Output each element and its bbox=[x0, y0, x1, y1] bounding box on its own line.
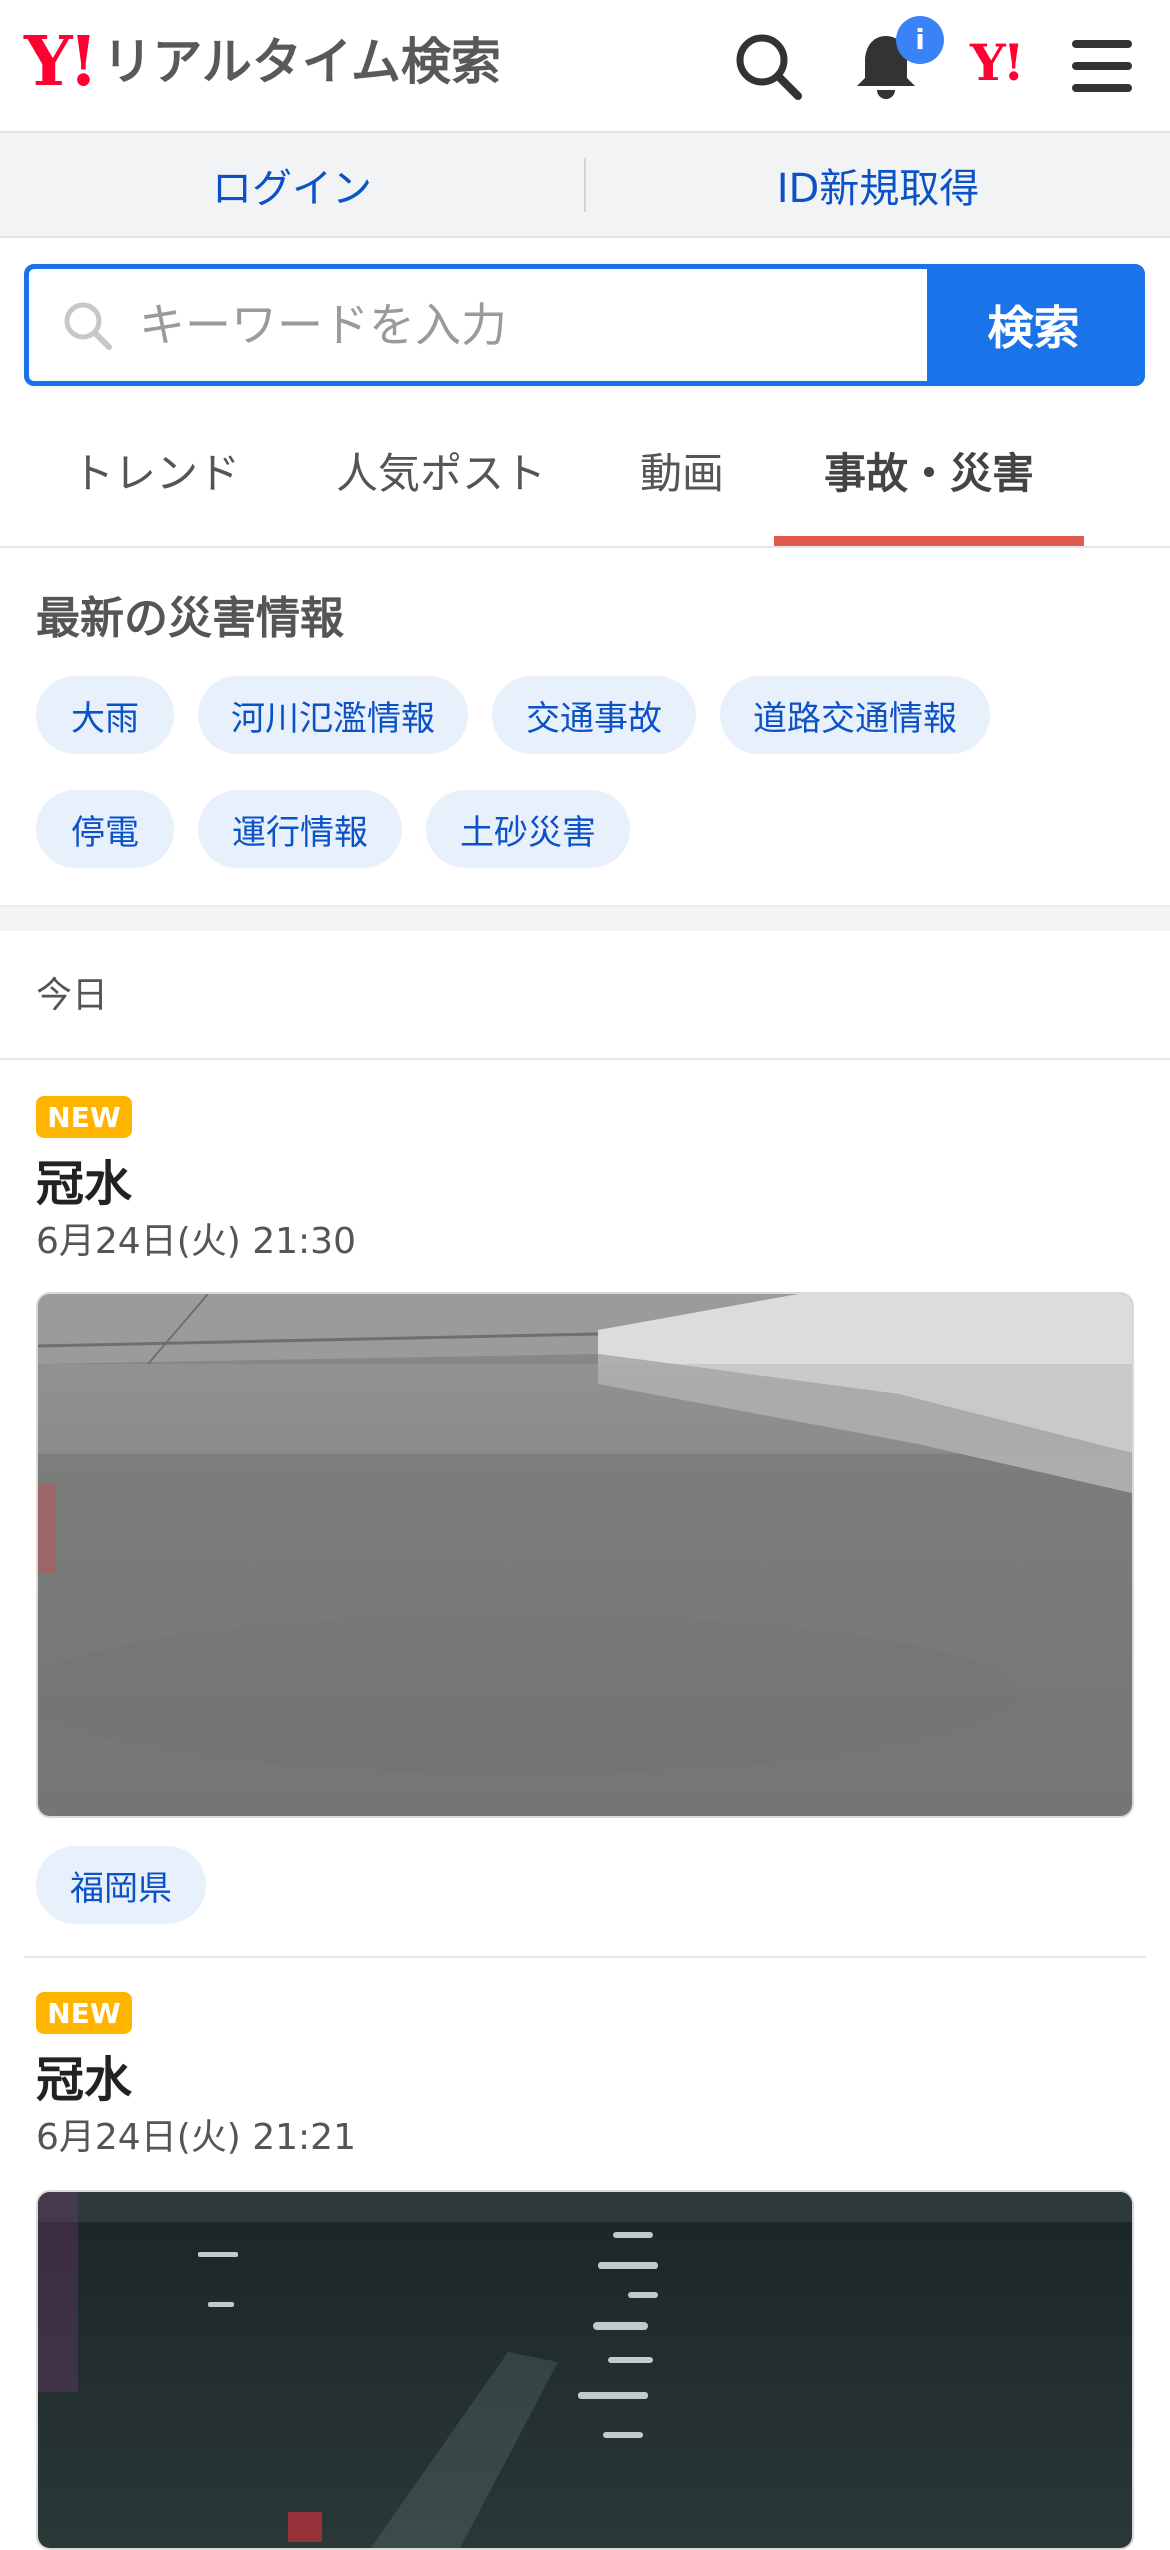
login-link[interactable]: ログイン bbox=[0, 156, 584, 214]
chip-heavy-rain[interactable]: 大雨 bbox=[36, 676, 174, 754]
search-box: 検索 bbox=[24, 264, 1145, 386]
signup-link[interactable]: ID新規取得 bbox=[586, 156, 1170, 214]
chip-river-flood[interactable]: 河川氾濫情報 bbox=[198, 676, 468, 754]
hamburger-menu-icon[interactable] bbox=[1064, 28, 1140, 104]
day-label: 今日 bbox=[36, 975, 109, 1016]
chip-landslide[interactable]: 土砂災害 bbox=[426, 790, 630, 868]
search-input[interactable] bbox=[137, 297, 917, 353]
search-button[interactable]: 検索 bbox=[927, 269, 1140, 381]
new-badge: NEW bbox=[36, 1992, 132, 2034]
night-flood-photo bbox=[38, 2192, 1132, 2548]
day-divider bbox=[0, 1058, 1170, 1060]
yahoo-realtime-logo[interactable]: Y! リアルタイム検索 bbox=[24, 28, 501, 96]
disaster-section-title: 最新の災害情報 bbox=[36, 593, 344, 644]
chip-traffic-accident[interactable]: 交通事故 bbox=[492, 676, 696, 754]
chip-road-traffic[interactable]: 道路交通情報 bbox=[720, 676, 990, 754]
flooded-street-photo bbox=[38, 1294, 1132, 1816]
post-title[interactable]: 冠水 bbox=[36, 1144, 132, 1214]
login-bar: ログイン ID新規取得 bbox=[0, 133, 1170, 238]
post-image-night-flood[interactable] bbox=[36, 2190, 1134, 2550]
tab-trend[interactable]: トレンド bbox=[72, 440, 240, 501]
yahoo-top-link[interactable]: Y! bbox=[970, 38, 1025, 88]
chip-power-outage[interactable]: 停電 bbox=[36, 790, 174, 868]
tab-accidents-disasters[interactable]: 事故・災害 bbox=[824, 440, 1034, 501]
search-field-icon bbox=[64, 302, 112, 350]
chip-train-service[interactable]: 運行情報 bbox=[198, 790, 402, 868]
section-separator bbox=[0, 905, 1170, 931]
new-badge: NEW bbox=[36, 1096, 132, 1138]
notification-badge: i bbox=[896, 16, 944, 64]
location-tag[interactable]: 福岡県 bbox=[36, 1846, 206, 1924]
active-tab-indicator bbox=[774, 536, 1084, 546]
app-header: Y! リアルタイム検索 i Y! bbox=[0, 0, 1170, 133]
category-tabs: トレンド 人気ポスト 動画 事故・災害 bbox=[0, 400, 1170, 548]
search-icon[interactable] bbox=[730, 28, 806, 104]
post-time: 6月24日(火) 21:21 bbox=[36, 2117, 356, 2158]
search-field bbox=[29, 269, 927, 381]
post-image-flooded-street[interactable] bbox=[36, 1292, 1134, 1818]
tab-popular-posts[interactable]: 人気ポスト bbox=[336, 440, 546, 501]
post-time: 6月24日(火) 21:30 bbox=[36, 1221, 356, 1262]
post-divider bbox=[24, 1956, 1146, 1958]
post-title[interactable]: 冠水 bbox=[36, 2040, 132, 2110]
yahoo-logo-mark: Y! bbox=[24, 22, 98, 102]
site-title: リアルタイム検索 bbox=[102, 33, 501, 91]
tab-videos[interactable]: 動画 bbox=[640, 440, 724, 501]
